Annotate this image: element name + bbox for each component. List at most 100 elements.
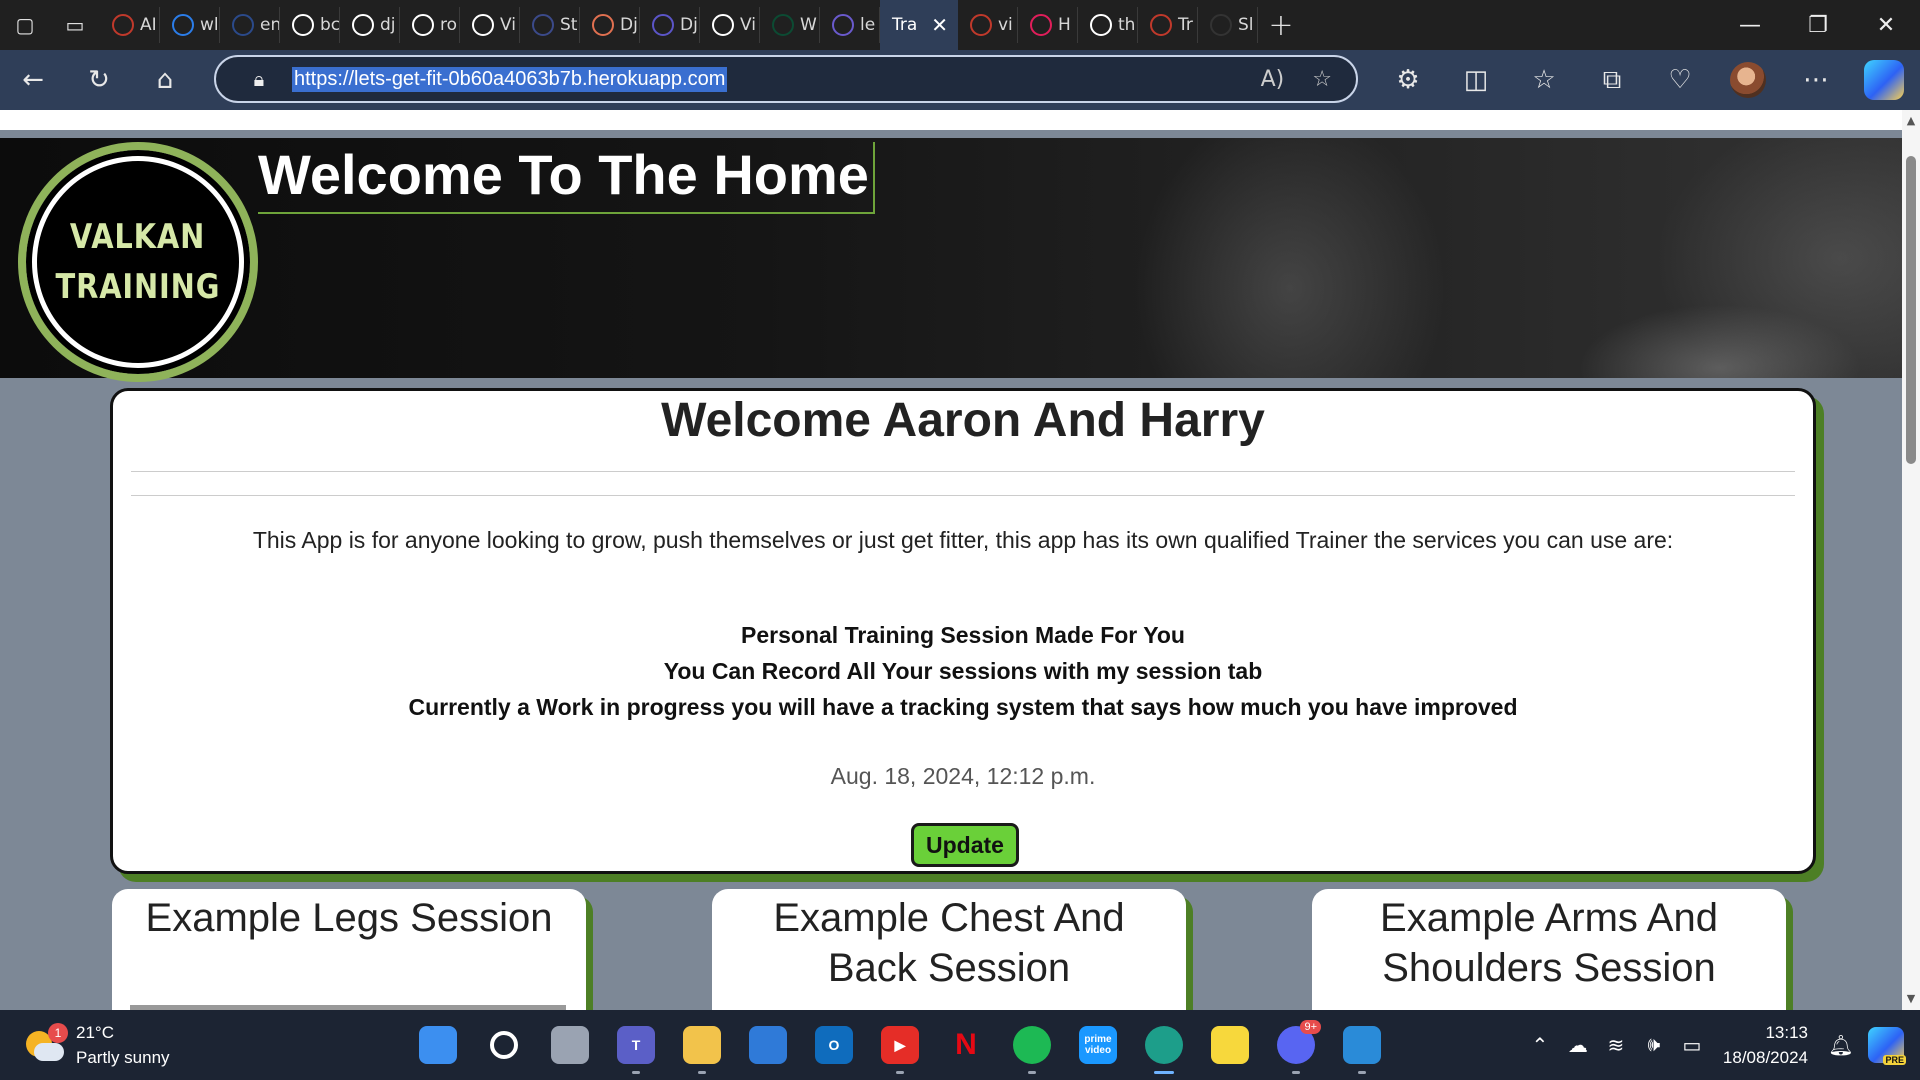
tab-a-11[interactable]: W <box>760 7 820 43</box>
vscode-taskbar-button[interactable] <box>1329 1010 1395 1080</box>
refresh-icon[interactable]: ↻ <box>66 50 132 110</box>
split-screen-icon[interactable]: ◫ <box>1442 50 1510 110</box>
search-icon <box>232 14 254 36</box>
example-legs-card[interactable]: Example Legs Session <box>112 889 586 1010</box>
microsoft-store-taskbar-button[interactable] <box>735 1010 801 1080</box>
tab-a-0[interactable]: AI <box>100 7 160 43</box>
tab-b-1[interactable]: H <box>1018 7 1078 43</box>
new-tab-button[interactable]: + <box>1258 0 1304 50</box>
scroll-down-icon[interactable]: ▼ <box>1905 993 1917 1004</box>
netflix-icon: N <box>955 1028 977 1061</box>
chevron-up-icon[interactable]: ⌃ <box>1521 1033 1559 1058</box>
running-indicator <box>896 1071 904 1074</box>
tab-a-3[interactable]: bc <box>280 7 340 43</box>
update-button[interactable]: Update <box>911 823 1019 867</box>
running-indicator <box>1358 1071 1366 1074</box>
workspaces-icon[interactable]: ▢ <box>0 0 50 50</box>
teams-taskbar-button[interactable]: T <box>603 1010 669 1080</box>
youtube-taskbar-button[interactable]: ▶ <box>867 1010 933 1080</box>
tab-a-9[interactable]: Dj <box>640 7 700 43</box>
tab-b-2[interactable]: th <box>1078 7 1138 43</box>
tab-a-5[interactable]: ro <box>400 7 460 43</box>
task-view-icon <box>551 1026 589 1064</box>
spotify-taskbar-button[interactable] <box>999 1010 1065 1080</box>
tab-b-4[interactable]: Sl <box>1198 7 1258 43</box>
scroll-thumb[interactable] <box>1906 156 1916 464</box>
s-icon <box>652 14 674 36</box>
tab-a-7[interactable]: St <box>520 7 580 43</box>
teams-icon: T <box>617 1026 655 1064</box>
extensions-icon[interactable]: ⚙ <box>1374 50 1442 110</box>
discord-taskbar-button[interactable]: 9+ <box>1263 1010 1329 1080</box>
tab-a-4[interactable]: dj <box>340 7 400 43</box>
clock[interactable]: 13:13 18/08/2024 <box>1723 1020 1808 1070</box>
copilot-icon[interactable] <box>1864 60 1904 100</box>
windows-start-icon <box>419 1026 457 1064</box>
weather-widget[interactable]: 1 21°C Partly sunny <box>26 1020 170 1070</box>
example-arms-shoulders-card[interactable]: Example Arms And Shoulders Session <box>1312 889 1786 1010</box>
address-bar[interactable]: 🔒︎ https://lets-get-fit-0b60a4063b7b.her… <box>214 55 1358 103</box>
tab-a-12[interactable]: le <box>820 7 880 43</box>
logo-text-2: TRAINING <box>55 267 221 307</box>
valkan-training-logo[interactable]: VALKAN TRAINING <box>18 142 258 382</box>
tab-label: wl <box>200 15 219 35</box>
tab-b-3[interactable]: Tr <box>1138 7 1198 43</box>
onedrive-icon[interactable]: ☁ <box>1559 1033 1597 1058</box>
collections-icon[interactable]: ⧉ <box>1578 50 1646 110</box>
example-chest-back-card[interactable]: Example Chest And Back Session <box>712 889 1186 1010</box>
lock-icon[interactable]: 🔒︎ <box>238 67 280 91</box>
home-icon[interactable]: ⌂ <box>132 50 198 110</box>
edge-icon <box>1145 1026 1183 1064</box>
sticky-notes-taskbar-button[interactable] <box>1197 1010 1263 1080</box>
tab-actions-icon[interactable]: ▭ <box>50 0 100 50</box>
favorite-star-icon[interactable]: ☆ <box>1312 67 1332 92</box>
card-title: Example Chest And Back Session <box>773 896 1125 990</box>
scroll-up-icon[interactable]: ▲ <box>1905 115 1917 126</box>
tab-active[interactable]: Tra ✕ <box>880 0 958 50</box>
tab-a-6[interactable]: Vi <box>460 7 520 43</box>
file-explorer-icon <box>683 1026 721 1064</box>
search-taskbar-button[interactable] <box>471 1010 537 1080</box>
edge-taskbar-button[interactable] <box>1131 1010 1197 1080</box>
top-strip <box>0 110 1902 130</box>
netflix-taskbar-button[interactable]: N <box>933 1010 999 1080</box>
tab-a-2[interactable]: en <box>220 7 280 43</box>
minimize-button[interactable]: — <box>1716 0 1784 50</box>
back-icon[interactable]: ← <box>0 50 66 110</box>
tab-label: W <box>800 15 817 35</box>
tab-a-8[interactable]: Dj <box>580 7 640 43</box>
close-window-button[interactable]: ✕ <box>1852 0 1920 50</box>
windows-start-taskbar-button[interactable] <box>405 1010 471 1080</box>
restore-button[interactable]: ❐ <box>1784 0 1852 50</box>
outlook-taskbar-button[interactable]: O <box>801 1010 867 1080</box>
copilot-pre-icon[interactable]: PRE <box>1868 1027 1906 1065</box>
page-scrollbar[interactable]: ▲ ▼ <box>1902 110 1920 1010</box>
wifi-icon[interactable]: ≋ <box>1597 1033 1635 1058</box>
tab-b-0[interactable]: vi <box>958 7 1018 43</box>
file-explorer-taskbar-button[interactable] <box>669 1010 735 1080</box>
tab-label: H <box>1058 15 1071 35</box>
tab-a-1[interactable]: wl <box>160 7 220 43</box>
github-icon <box>292 14 314 36</box>
close-tab-icon[interactable]: ✕ <box>931 13 948 37</box>
feature-item: You Can Record All Your sessions with my… <box>663 658 1263 684</box>
battery-icon[interactable]: ▭ <box>1673 1033 1711 1058</box>
weather-temp: 21°C <box>76 1023 114 1042</box>
github-icon <box>472 14 494 36</box>
volume-icon[interactable]: 🕪︎ <box>1635 1034 1673 1057</box>
favorites-icon[interactable]: ☆ <box>1510 50 1578 110</box>
tab-a-10[interactable]: Vi <box>700 7 760 43</box>
github-icon <box>1090 14 1112 36</box>
search-icon <box>490 1031 518 1059</box>
more-options-icon[interactable]: ⋯ <box>1782 50 1850 110</box>
system-tray: ⌃ ☁ ≋ 🕪︎ ▭ 13:13 18/08/2024 🔔︎ PRE <box>1521 1010 1920 1080</box>
prime-video-taskbar-button[interactable]: prime video <box>1065 1010 1131 1080</box>
url-text[interactable]: https://lets-get-fit-0b60a4063b7b.heroku… <box>292 66 728 92</box>
read-aloud-icon[interactable]: A) <box>1261 67 1285 92</box>
profile-avatar[interactable] <box>1730 62 1766 98</box>
divider <box>131 495 1795 496</box>
bell-icon[interactable]: 🔔︎ <box>1822 1033 1860 1058</box>
browser-essentials-icon[interactable]: ♡ <box>1646 50 1714 110</box>
tab-label: le <box>860 15 876 35</box>
task-view-taskbar-button[interactable] <box>537 1010 603 1080</box>
